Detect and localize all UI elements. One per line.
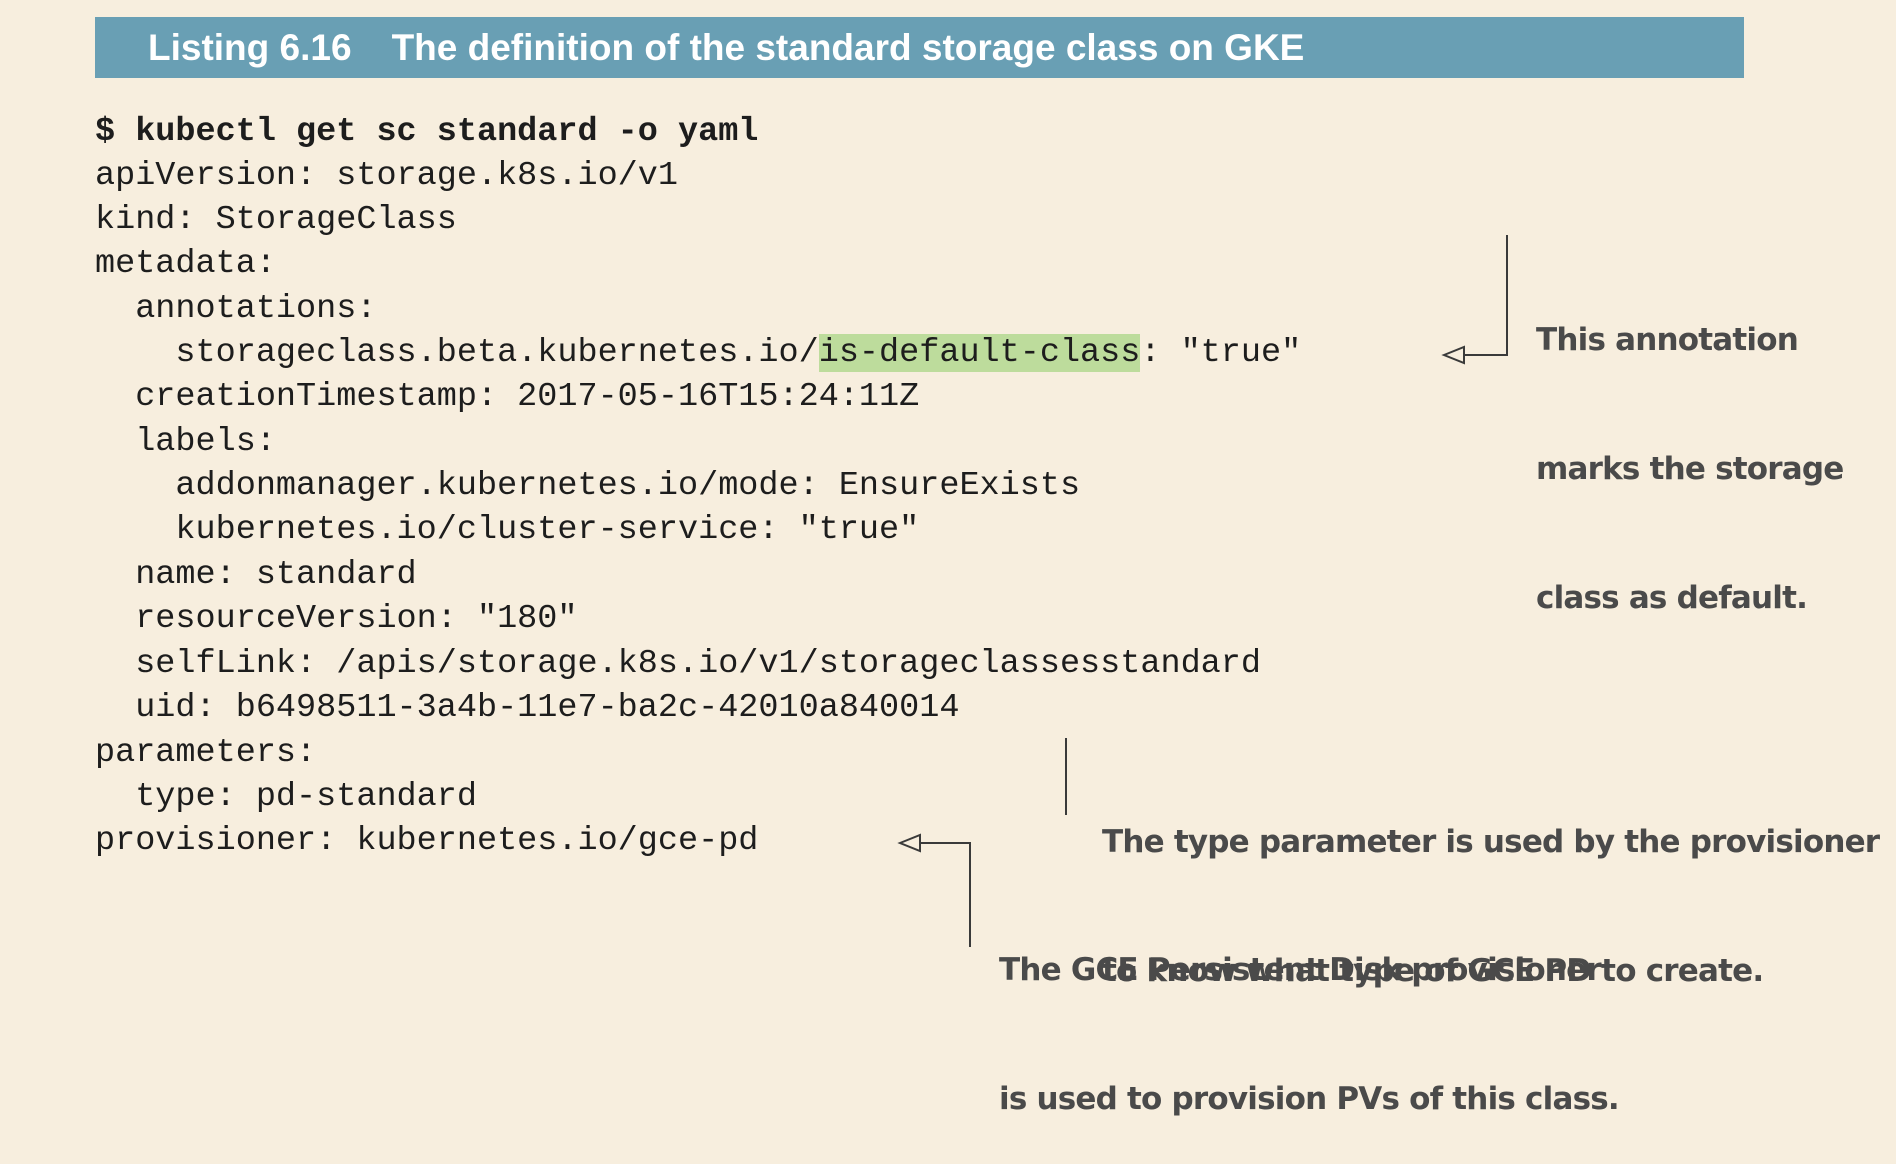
annotation-line: marks the storage [1536,451,1844,487]
provisioner-callout-line [905,842,971,947]
default-class-callout-line [1448,235,1508,356]
annotation-line: The type parameter is used by the provis… [1102,824,1880,860]
annotation-line: The GCE Persistent Disk provisioner [999,952,1602,988]
provisioner-callout-arrow [897,833,921,853]
annotation-line: is used to provision PVs of this class. [999,1081,1620,1117]
annotation-default-class: This annotation marks the storage class … [1536,233,1844,663]
annotation-line: class as default. [1536,580,1808,616]
default-class-callout-arrow [1441,345,1465,365]
annotation-line: This annotation [1536,322,1799,358]
annotation-provisioner: The GCE Persistent Disk provisioner is u… [999,863,1620,1164]
